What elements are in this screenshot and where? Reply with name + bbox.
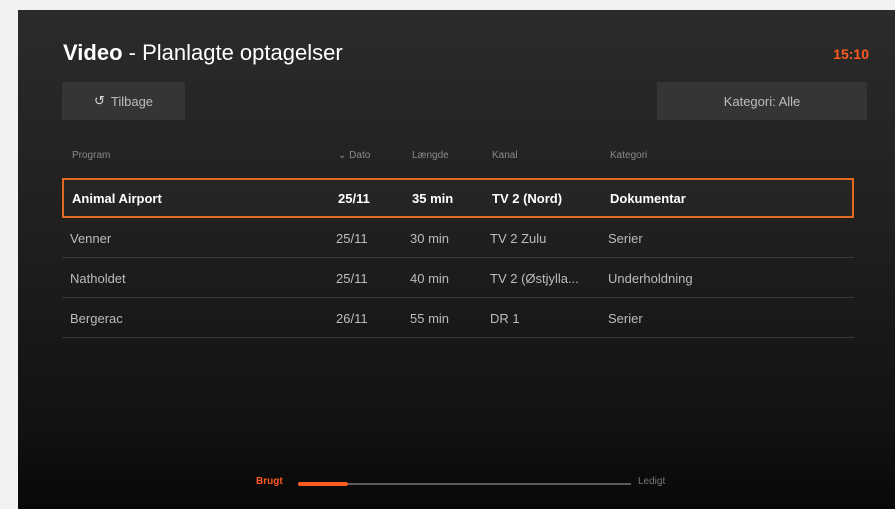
storage-track xyxy=(298,482,631,486)
cell-program: Bergerac xyxy=(70,311,123,326)
table-row-selected[interactable]: Animal Airport 25/11 35 min TV 2 (Nord) … xyxy=(62,178,854,218)
cell-date: 25/11 xyxy=(336,231,368,246)
cell-length: 40 min xyxy=(410,271,450,286)
table-row[interactable]: Bergerac 26/11 55 min DR 1 Serier xyxy=(62,298,854,338)
cell-date: 25/11 xyxy=(336,271,368,286)
storage-free-label: Ledigt xyxy=(638,476,666,487)
cell-date: 25/11 xyxy=(338,191,370,206)
category-filter-button[interactable]: Kategori: Alle xyxy=(657,82,867,120)
cell-category: Serier xyxy=(608,231,643,246)
cell-category: Dokumentar xyxy=(610,191,686,206)
page-title-separator: - xyxy=(122,40,143,65)
storage-used-fill xyxy=(298,482,348,486)
cell-program: Animal Airport xyxy=(72,191,162,206)
cell-date: 26/11 xyxy=(336,311,368,326)
page-title-subtitle: Planlagte optagelser xyxy=(142,40,343,65)
back-button[interactable]: ↺ Tilbage xyxy=(62,82,185,120)
cell-channel: TV 2 (Østjylla... xyxy=(490,271,579,286)
clock: 15:10 xyxy=(833,46,869,62)
cell-category: Serier xyxy=(608,311,643,326)
cell-program: Natholdet xyxy=(70,271,126,286)
cell-channel: TV 2 (Nord) xyxy=(492,191,563,206)
back-button-label: Tilbage xyxy=(110,93,154,109)
header-date[interactable]: ⌄ Dato xyxy=(338,150,370,161)
cell-channel: TV 2 Zulu xyxy=(490,231,547,246)
cell-length: 30 min xyxy=(410,231,450,246)
back-arrow-icon: ↺ xyxy=(93,93,105,108)
table-row[interactable]: Venner 25/11 30 min TV 2 Zulu Serier xyxy=(62,218,854,258)
header-length[interactable]: Længde xyxy=(412,150,449,161)
page-title-section: Video xyxy=(63,40,123,65)
table-header: Program ⌄ Dato Længde Kanal Kategori xyxy=(62,150,852,170)
page-title: Video - Planlagte optagelser xyxy=(63,40,343,66)
table-row[interactable]: Natholdet 25/11 40 min TV 2 (Østjylla...… xyxy=(62,258,854,298)
cell-program: Venner xyxy=(70,231,112,246)
category-filter-label: Kategori: Alle xyxy=(723,93,801,109)
tv-screen: Video - Planlagte optagelser 15:10 ↺ Til… xyxy=(18,10,895,509)
storage-used-label: Brugt xyxy=(256,476,283,487)
header-channel[interactable]: Kanal xyxy=(492,150,518,161)
cell-category: Underholdning xyxy=(608,271,693,286)
cell-length: 35 min xyxy=(412,191,454,206)
header-program[interactable]: Program xyxy=(72,150,110,161)
recordings-list: Animal Airport 25/11 35 min TV 2 (Nord) … xyxy=(62,178,854,338)
header-category[interactable]: Kategori xyxy=(610,150,647,161)
storage-usage-bar: Brugt Ledigt xyxy=(256,476,686,492)
cell-channel: DR 1 xyxy=(490,311,520,326)
cell-length: 55 min xyxy=(410,311,450,326)
